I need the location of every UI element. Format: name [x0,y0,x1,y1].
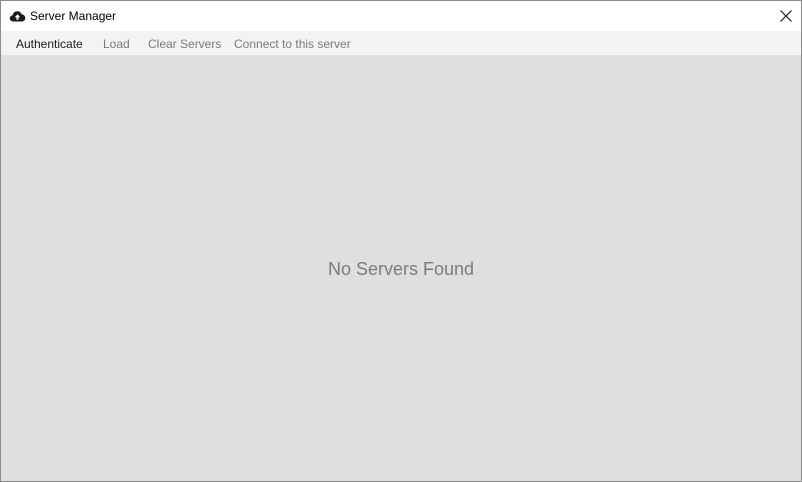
load-menu-item[interactable]: Load [103,37,130,51]
clear-servers-menu-item[interactable]: Clear Servers [148,37,221,51]
connect-to-server-menu-item[interactable]: Connect to this server [234,37,351,51]
close-button[interactable] [771,1,801,31]
menu-bar: Authenticate Load Clear Servers Connect … [1,31,801,55]
server-manager-window: Server Manager Authenticate Load Clear S… [0,0,802,482]
window-title: Server Manager [30,9,117,23]
title-bar: Server Manager [1,1,801,31]
empty-state-message: No Servers Found [327,259,475,279]
close-icon [780,10,792,22]
cloud-upload-icon [9,11,26,22]
server-list-area: No Servers Found [1,55,801,481]
authenticate-menu-item[interactable]: Authenticate [16,37,83,51]
